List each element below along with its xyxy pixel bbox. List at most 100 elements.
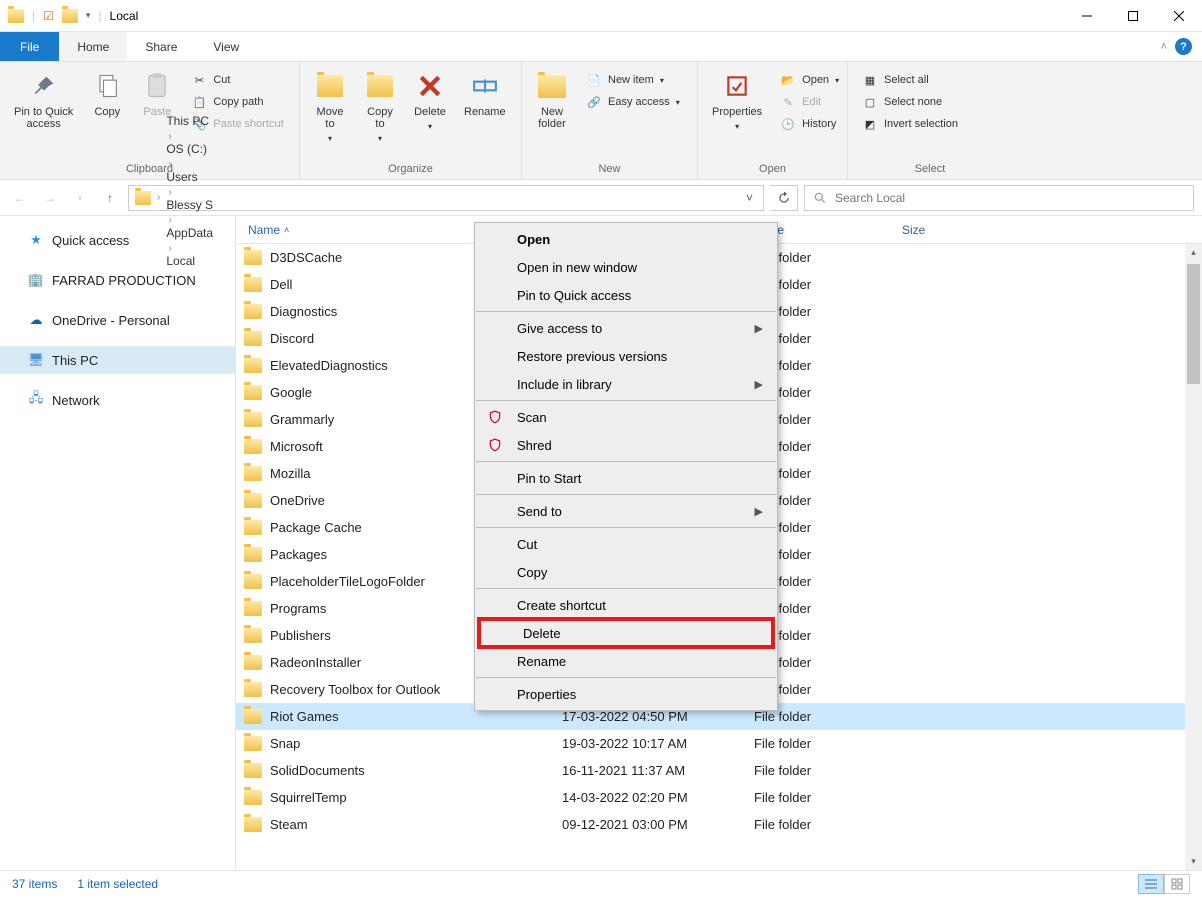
- nav-onedrive[interactable]: ☁ OneDrive - Personal: [0, 306, 235, 334]
- title-bar: | ☑ ▾ | Local: [0, 0, 1202, 32]
- search-box[interactable]: [804, 185, 1194, 211]
- cm-copy[interactable]: Copy: [475, 558, 777, 586]
- nav-recent-dropdown[interactable]: ˅: [68, 186, 92, 210]
- shield-shred-icon: [487, 437, 503, 453]
- refresh-button[interactable]: [770, 185, 798, 211]
- menu-home[interactable]: Home: [59, 32, 127, 61]
- qat-checkbox[interactable]: ☑: [43, 9, 54, 23]
- edit-button[interactable]: ✎Edit: [774, 92, 845, 112]
- vertical-scrollbar[interactable]: ▴ ▾: [1185, 244, 1202, 870]
- file-name: Steam: [270, 817, 308, 832]
- close-button[interactable]: [1156, 0, 1202, 32]
- qat-folder-icon[interactable]: [62, 9, 78, 23]
- folder-icon: [244, 439, 262, 454]
- cm-scan[interactable]: Scan: [475, 403, 777, 431]
- nav-this-pc[interactable]: 🖥 This PC: [0, 346, 235, 374]
- cm-rename[interactable]: Rename: [475, 647, 777, 675]
- cm-cut[interactable]: Cut: [475, 530, 777, 558]
- breadcrumb-4[interactable]: AppData: [166, 226, 213, 240]
- invert-selection-button[interactable]: ◩Invert selection: [856, 114, 964, 134]
- breadcrumb-0[interactable]: This PC: [166, 114, 213, 128]
- ribbon-group-new-label: New: [530, 161, 689, 177]
- file-name: Recovery Toolbox for Outlook: [270, 682, 440, 697]
- nav-up-button[interactable]: ↑: [98, 186, 122, 210]
- help-icon[interactable]: ?: [1175, 38, 1192, 55]
- select-all-button[interactable]: ▦Select all: [856, 70, 964, 90]
- file-name: Riot Games: [270, 709, 339, 724]
- file-row[interactable]: SolidDocuments16-11-2021 11:37 AMFile fo…: [236, 757, 1202, 784]
- easy-access-button[interactable]: 🔗Easy access ▾: [580, 92, 686, 112]
- file-row[interactable]: Steam09-12-2021 03:00 PMFile folder: [236, 811, 1202, 838]
- nav-network[interactable]: 🖧 Network: [0, 386, 235, 414]
- copy-path-button[interactable]: 📋Copy path: [185, 92, 289, 112]
- file-type: File folder: [742, 763, 890, 778]
- maximize-button[interactable]: [1110, 0, 1156, 32]
- file-row[interactable]: SquirrelTemp14-03-2022 02:20 PMFile fold…: [236, 784, 1202, 811]
- cm-open-new-window[interactable]: Open in new window: [475, 253, 777, 281]
- cm-properties[interactable]: Properties: [475, 680, 777, 708]
- cm-send-to[interactable]: Send to▶: [475, 497, 777, 525]
- qat-dropdown[interactable]: ▾: [86, 10, 91, 21]
- file-name: RadeonInstaller: [270, 655, 361, 670]
- breadcrumb-3[interactable]: Blessy S: [166, 198, 213, 212]
- cm-pin-to-start[interactable]: Pin to Start: [475, 464, 777, 492]
- breadcrumb-5[interactable]: Local: [166, 254, 213, 268]
- file-date: 14-03-2022 02:20 PM: [550, 790, 742, 805]
- move-to-icon: [314, 70, 346, 102]
- minimize-button[interactable]: [1064, 0, 1110, 32]
- open-button[interactable]: 📂Open ▾: [774, 70, 845, 90]
- scroll-thumb[interactable]: [1187, 264, 1200, 384]
- network-icon: 🖧: [28, 392, 44, 408]
- status-item-count: 37 items: [12, 877, 57, 891]
- ribbon-group-select-label: Select: [856, 161, 1004, 177]
- address-dropdown[interactable]: ˅: [742, 191, 757, 205]
- column-size[interactable]: Size: [890, 223, 1010, 237]
- folder-icon: [244, 520, 262, 535]
- select-none-button[interactable]: ▢Select none: [856, 92, 964, 112]
- cm-restore-previous[interactable]: Restore previous versions: [475, 342, 777, 370]
- delete-button[interactable]: Delete▾: [408, 66, 452, 135]
- new-folder-button[interactable]: New folder: [530, 66, 574, 134]
- cm-give-access-to[interactable]: Give access to▶: [475, 314, 777, 342]
- menu-view[interactable]: View: [195, 32, 257, 61]
- scroll-up-arrow[interactable]: ▴: [1185, 244, 1202, 261]
- nav-forward-button[interactable]: →: [38, 186, 62, 210]
- pin-to-quick-access-button[interactable]: Pin to Quick access: [8, 66, 79, 134]
- breadcrumb-2[interactable]: Users: [166, 170, 213, 184]
- cm-pin-quick-access[interactable]: Pin to Quick access: [475, 281, 777, 309]
- cm-create-shortcut[interactable]: Create shortcut: [475, 591, 777, 619]
- file-name: Publishers: [270, 628, 331, 643]
- new-item-button[interactable]: 📄New item ▾: [580, 70, 686, 90]
- rename-button[interactable]: Rename: [458, 66, 512, 122]
- copy-button[interactable]: Copy: [85, 66, 129, 122]
- cut-button[interactable]: ✂Cut: [185, 70, 289, 90]
- properties-button[interactable]: Properties▾: [706, 66, 768, 135]
- menu-file[interactable]: File: [0, 32, 59, 61]
- cm-shred[interactable]: Shred: [475, 431, 777, 459]
- history-button[interactable]: 🕑History: [774, 114, 845, 134]
- address-bar[interactable]: › This PC›OS (C:)›Users›Blessy S›AppData…: [128, 185, 764, 211]
- folder-icon: [244, 601, 262, 616]
- file-date: 16-11-2021 11:37 AM: [550, 763, 742, 778]
- chevron-right-icon: ›: [168, 159, 171, 170]
- file-row[interactable]: Snap19-03-2022 10:17 AMFile folder: [236, 730, 1202, 757]
- cm-include-in-library[interactable]: Include in library▶: [475, 370, 777, 398]
- cm-open[interactable]: Open: [475, 225, 777, 253]
- search-input[interactable]: [835, 191, 1185, 205]
- ribbon-collapse-icon[interactable]: ˄: [1161, 41, 1167, 53]
- move-to-button[interactable]: Move to▾: [308, 66, 352, 147]
- large-icons-view-button[interactable]: [1164, 874, 1190, 894]
- ribbon-group-clipboard-label: Clipboard: [8, 161, 291, 177]
- folder-icon: [244, 628, 262, 643]
- menu-share[interactable]: Share: [127, 32, 195, 61]
- cm-delete[interactable]: Delete: [477, 617, 775, 649]
- chevron-right-icon: ›: [168, 187, 171, 198]
- nav-back-button[interactable]: ←: [8, 186, 32, 210]
- breadcrumb-1[interactable]: OS (C:): [166, 142, 213, 156]
- file-name: D3DSCache: [270, 250, 342, 265]
- file-date: 17-03-2022 04:50 PM: [550, 709, 742, 724]
- details-view-button[interactable]: [1138, 874, 1164, 894]
- scroll-down-arrow[interactable]: ▾: [1185, 853, 1202, 870]
- file-name: PlaceholderTileLogoFolder: [270, 574, 425, 589]
- copy-to-button[interactable]: Copy to▾: [358, 66, 402, 147]
